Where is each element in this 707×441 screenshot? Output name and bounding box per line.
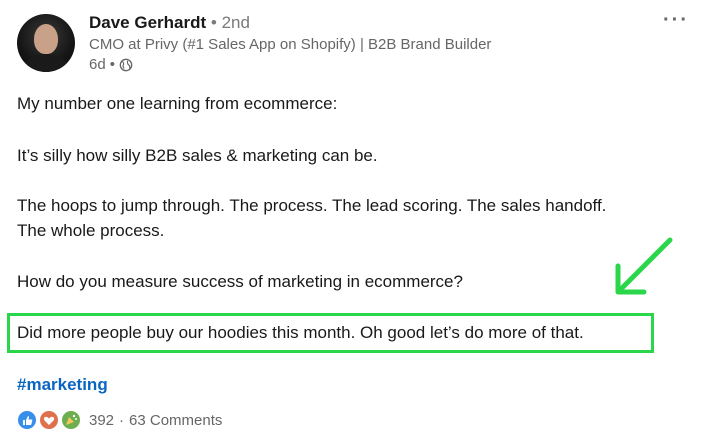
meta-separator: •	[109, 56, 115, 73]
reaction-count[interactable]: 392	[89, 412, 114, 429]
post-time: 6d	[89, 56, 106, 73]
post-line-2: It’s silly how silly B2B sales & marketi…	[17, 146, 378, 165]
like-icon	[17, 410, 37, 430]
love-icon	[39, 410, 59, 430]
social-counts: 392 · 63 Comments	[17, 410, 222, 430]
comments-count[interactable]: 63 Comments	[129, 412, 222, 429]
more-icon[interactable]: ···	[663, 10, 689, 30]
avatar-face	[34, 24, 58, 54]
post-header: Dave Gerhardt • 2nd CMO at Privy (#1 Sal…	[89, 12, 491, 75]
name-line: Dave Gerhardt • 2nd	[89, 12, 491, 34]
post-line-1: My number one learning from ecommerce:	[17, 94, 338, 113]
post-line-5: How do you measure success of marketing …	[17, 272, 463, 291]
author-headline: CMO at Privy (#1 Sales App on Shopify) |…	[89, 36, 492, 53]
arrow-icon	[615, 237, 673, 295]
post-line-3: The hoops to jump through. The process. …	[17, 196, 607, 215]
post-line-4: The whole process.	[17, 221, 165, 240]
post-meta: 6d •	[89, 55, 491, 75]
avatar[interactable]	[17, 14, 75, 72]
social-separator: ·	[119, 411, 125, 429]
globe-icon	[119, 58, 133, 72]
celebrate-icon	[61, 410, 81, 430]
avatar-shoulders	[23, 54, 69, 72]
post-line-6: Did more people buy our hoodies this mon…	[17, 323, 584, 342]
connection-degree: • 2nd	[210, 13, 250, 32]
author-name[interactable]: Dave Gerhardt	[89, 13, 206, 32]
hashtag-link[interactable]: #marketing	[17, 375, 108, 395]
